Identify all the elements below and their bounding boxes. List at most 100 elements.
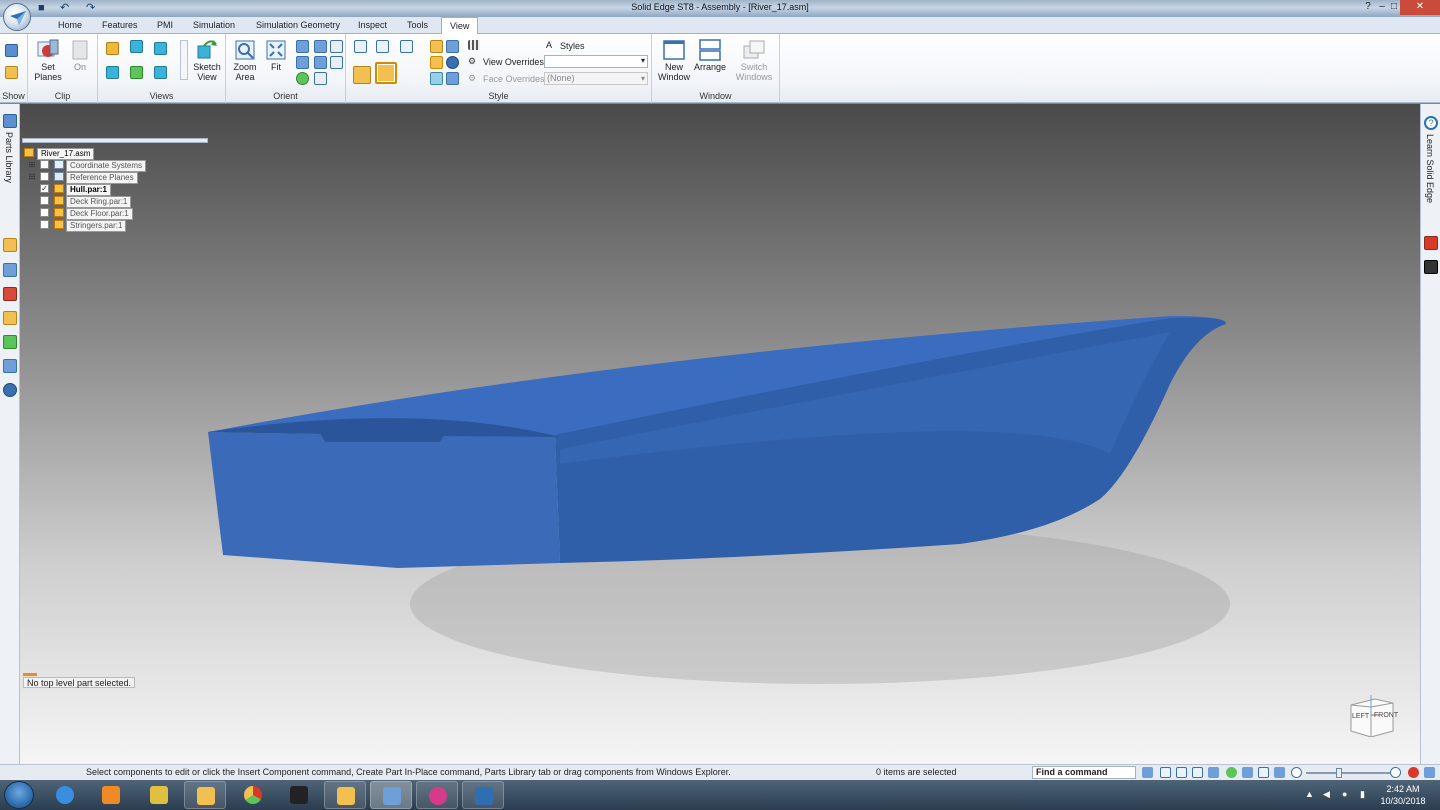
tray-expand-icon[interactable]: ▲: [1305, 789, 1314, 799]
tree-item-reference-planes[interactable]: ⊞ Reference Planes: [28, 172, 138, 184]
view-right-icon[interactable]: [154, 42, 167, 55]
chrome-app[interactable]: [232, 781, 274, 809]
face-overrides-dropdown[interactable]: (None) ▾: [544, 72, 648, 85]
expand-icon[interactable]: ⊞: [28, 173, 36, 181]
zoom-slider-thumb[interactable]: [1336, 768, 1342, 778]
tab-simulation-geometry[interactable]: Simulation Geometry: [256, 20, 340, 30]
stop-icon[interactable]: [1408, 767, 1419, 778]
tree-item-coordinate-systems[interactable]: ⊞ Coordinate Systems: [28, 160, 147, 172]
save-view-icon[interactable]: [314, 72, 327, 85]
tab-tools[interactable]: Tools: [407, 20, 428, 30]
visibility-checkbox[interactable]: [40, 220, 49, 229]
shaded-icon[interactable]: [353, 66, 371, 84]
taskbar-clock[interactable]: 2:42 AM 10/30/2018: [1378, 783, 1428, 807]
volume-icon[interactable]: ◀: [1323, 789, 1330, 800]
security-app[interactable]: [324, 781, 366, 809]
visibility-checkbox[interactable]: [40, 196, 49, 205]
zoom-icon[interactable]: [296, 40, 309, 53]
tree-item-deck-ring[interactable]: Deck Ring.par:1: [28, 196, 132, 208]
learn-solid-edge-tab[interactable]: Learn Solid Edge: [1425, 134, 1435, 203]
styles-label[interactable]: Styles: [560, 41, 585, 51]
wireframe-icon[interactable]: [354, 40, 367, 53]
help-icon[interactable]: ?: [1424, 116, 1438, 130]
visibility-checkbox[interactable]: [40, 160, 49, 169]
fitness-app[interactable]: [278, 781, 320, 809]
show-toggle-icon[interactable]: [5, 66, 18, 79]
view-front-icon[interactable]: [130, 66, 143, 79]
shaded-with-edges-icon[interactable]: [375, 62, 397, 84]
common-views-icon[interactable]: [296, 72, 309, 85]
view-left-icon[interactable]: [106, 66, 119, 79]
user-icon[interactable]: ●: [1342, 789, 1347, 799]
select-tools-icon[interactable]: [3, 287, 17, 301]
zoom-slider[interactable]: [1306, 772, 1390, 774]
tab-view[interactable]: View: [441, 17, 479, 35]
tab-features[interactable]: Features: [102, 20, 138, 30]
visible-edges-icon[interactable]: [376, 40, 389, 53]
application-button[interactable]: [3, 3, 31, 31]
media-player-app[interactable]: [90, 781, 132, 809]
close-button[interactable]: ✕: [1400, 0, 1440, 15]
arrange-button[interactable]: Arrange: [692, 38, 728, 72]
spin-icon[interactable]: [1242, 767, 1253, 778]
view-cube-left-label[interactable]: LEFT: [1352, 713, 1369, 720]
sketch-view-button[interactable]: Sketch View: [190, 38, 224, 82]
tree-item-stringers[interactable]: Stringers.par:1: [28, 220, 127, 232]
tree-item-hull[interactable]: ✓ Hull.par:1: [28, 184, 111, 196]
tab-simulation[interactable]: Simulation: [193, 20, 235, 30]
reflective-icon[interactable]: [430, 72, 443, 85]
hull-model[interactable]: [20, 104, 1420, 764]
view-overrides-dropdown[interactable]: ▾: [544, 55, 648, 68]
fit-icon[interactable]: [1192, 767, 1203, 778]
view-cube-front-label[interactable]: FRONT: [1374, 712, 1398, 719]
new-window-button[interactable]: New Window: [656, 38, 692, 82]
views-gallery-scroll[interactable]: [180, 40, 188, 80]
itunes-app[interactable]: [416, 781, 458, 809]
visibility-checkbox-checked[interactable]: ✓: [40, 184, 49, 193]
shading-option-icon[interactable]: [430, 40, 443, 53]
zoom-area-button[interactable]: Zoom Area: [230, 38, 260, 82]
previous-view-icon[interactable]: [330, 40, 343, 53]
start-button[interactable]: [4, 781, 34, 809]
grid-icon[interactable]: [468, 40, 480, 50]
spin-about-icon[interactable]: [314, 56, 327, 69]
social-icon[interactable]: [1424, 260, 1438, 274]
set-planes-button[interactable]: Set Planes: [32, 38, 64, 82]
document-app[interactable]: [462, 781, 504, 809]
tree-item-deck-floor[interactable]: Deck Floor.par:1: [28, 208, 133, 220]
zoom-in-icon[interactable]: [1390, 767, 1401, 778]
internet-explorer-app[interactable]: [44, 781, 86, 809]
view-bottom-icon[interactable]: [154, 66, 167, 79]
pathfinder-icon[interactable]: [3, 238, 17, 252]
hidden-edges-icon[interactable]: [400, 40, 413, 53]
file-explorer-app[interactable]: [184, 781, 226, 809]
zoom-icon[interactable]: [1176, 767, 1187, 778]
graphics-window[interactable]: River_17.asm ⊞ Coordinate Systems ⊞ Refe…: [20, 104, 1420, 764]
share-icon[interactable]: [1142, 767, 1153, 778]
tab-inspect[interactable]: Inspect: [358, 20, 387, 30]
view-cube[interactable]: LEFT FRONT: [1345, 695, 1399, 738]
find-command-input[interactable]: Find a command: [1032, 766, 1136, 779]
sphere-icon[interactable]: [446, 56, 459, 69]
sketch-view-icon[interactable]: [1274, 767, 1285, 778]
feature-library-icon[interactable]: [3, 311, 17, 325]
parts-library-icon[interactable]: [3, 114, 17, 128]
view-top-icon[interactable]: [130, 40, 143, 53]
floor-reflection-icon[interactable]: [446, 72, 459, 85]
silhouettes-icon[interactable]: [430, 56, 443, 69]
zoom-out-icon[interactable]: [1291, 767, 1302, 778]
solid-edge-launcher-app[interactable]: [138, 781, 180, 809]
look-at-face-icon[interactable]: [330, 56, 343, 69]
tab-pmi[interactable]: PMI: [157, 20, 173, 30]
visibility-checkbox[interactable]: [40, 208, 49, 217]
parts-library-tab[interactable]: Parts Library: [4, 132, 14, 183]
youtube-icon[interactable]: [1424, 236, 1438, 250]
status-options-icon[interactable]: [1424, 767, 1435, 778]
sensors-icon[interactable]: [3, 359, 17, 373]
rotate-icon[interactable]: [1226, 767, 1237, 778]
visibility-checkbox[interactable]: [40, 172, 49, 181]
pan-icon[interactable]: [1208, 767, 1219, 778]
fit-button[interactable]: Fit: [262, 38, 290, 72]
previous-view-icon[interactable]: [1258, 767, 1269, 778]
zoom-area-icon[interactable]: [1160, 767, 1171, 778]
